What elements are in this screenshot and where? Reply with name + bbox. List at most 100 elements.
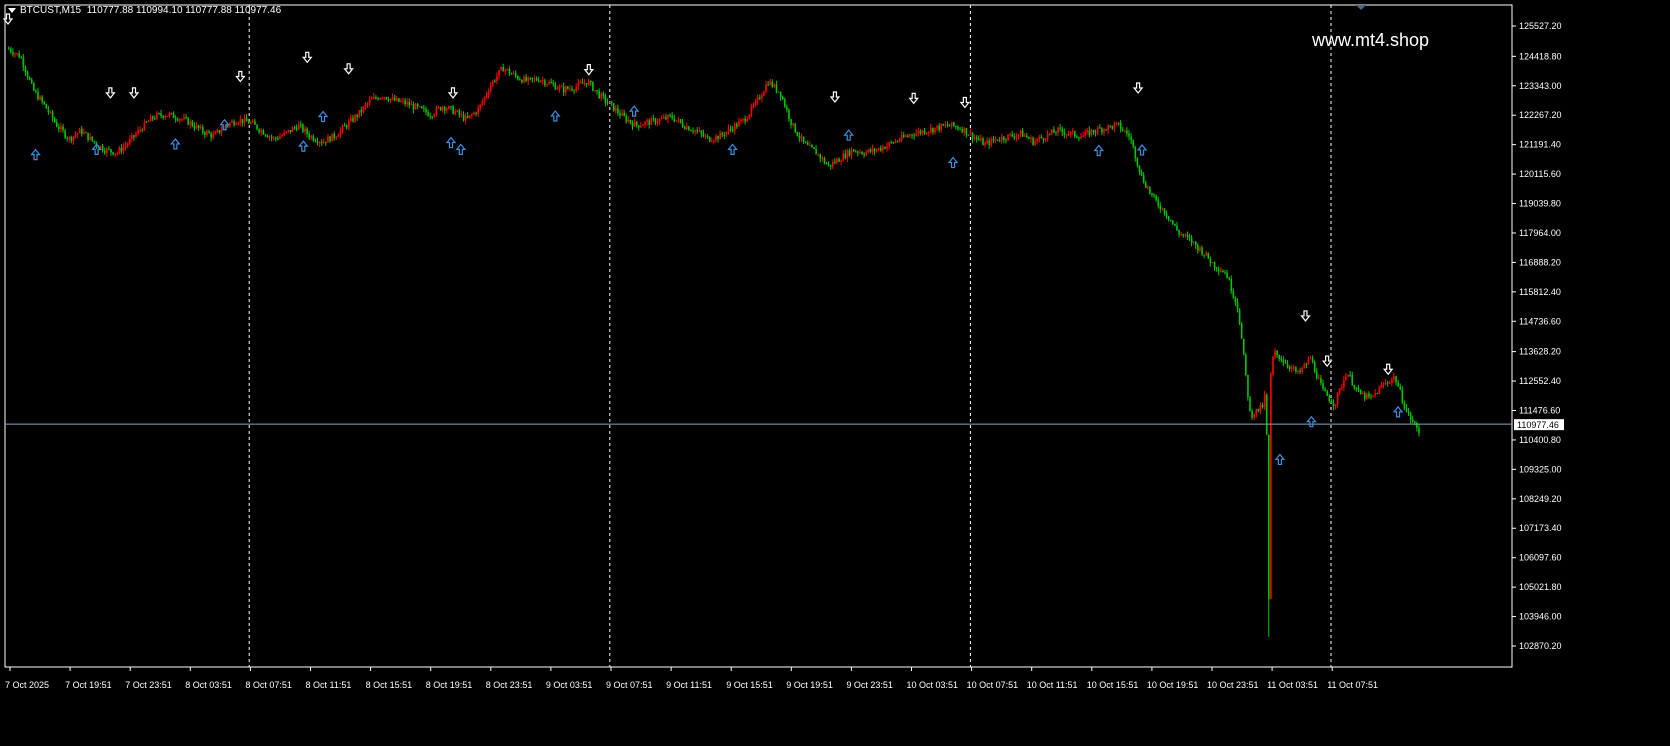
candle-body	[967, 134, 970, 136]
candle-body	[994, 139, 997, 141]
candle-body	[1341, 387, 1343, 389]
candle-body	[164, 116, 167, 118]
candle-body	[531, 77, 534, 80]
candle-body	[325, 141, 327, 143]
candle-body	[784, 99, 786, 107]
candle-body	[927, 131, 930, 133]
candle-body	[1395, 376, 1397, 383]
candle-body	[896, 141, 899, 143]
candle-body	[393, 97, 396, 101]
candle-body	[308, 134, 310, 138]
candle-body	[498, 70, 500, 77]
candle-body	[919, 130, 922, 134]
candle-body	[579, 82, 582, 84]
chart-window[interactable]: 125527.20 124418.80 123343.00 122267.20 1211…	[0, 0, 1670, 746]
candle-body	[857, 151, 859, 153]
candle-body	[1059, 127, 1061, 129]
candle-body	[731, 129, 734, 131]
sell-signal-arrow-icon	[235, 70, 246, 83]
candle-body	[494, 80, 496, 82]
candle-body	[310, 136, 313, 138]
candle-body	[1055, 132, 1057, 134]
x-tick-label: 8 Oct 03:51	[185, 680, 232, 690]
candle-body	[992, 138, 995, 141]
candle-body	[512, 73, 515, 75]
candle-body	[187, 117, 190, 125]
candle-body	[713, 140, 715, 142]
candle-body	[1011, 134, 1014, 137]
candle-body	[836, 159, 838, 163]
candle-body	[1322, 383, 1324, 389]
candle-body	[128, 139, 131, 144]
candle-body	[343, 125, 346, 127]
candle-body	[592, 82, 594, 91]
candle-body	[519, 79, 521, 81]
candle-body	[767, 84, 769, 86]
candle-body	[1207, 252, 1210, 259]
candle-body	[946, 124, 949, 126]
price-chart[interactable]: 125527.20 124418.80 123343.00 122267.20 1211…	[0, 0, 1670, 746]
candle-body	[1132, 140, 1135, 147]
collapse-triangle-icon[interactable]	[8, 7, 16, 13]
candle-body	[168, 113, 171, 116]
x-tick-label: 11 Oct 07:51	[1327, 680, 1378, 690]
candle-body	[821, 157, 824, 159]
candle-body	[600, 93, 603, 99]
candle-body	[1307, 358, 1310, 365]
sell-signal-arrow-icon	[447, 87, 459, 99]
candle-body	[773, 84, 776, 87]
candle-body	[1366, 393, 1368, 399]
candle-body	[765, 84, 767, 92]
candle-body	[525, 76, 527, 82]
buy-signal-arrow-icon	[170, 137, 181, 150]
candle-body	[64, 130, 66, 138]
candle-body	[1061, 128, 1064, 133]
x-tick-label: 8 Oct 11:51	[306, 680, 352, 690]
candle-body	[581, 82, 584, 84]
candle-body	[577, 82, 580, 87]
candle-body	[1409, 413, 1412, 420]
candle-body	[829, 164, 832, 167]
candle-body	[556, 88, 559, 90]
sell-signal-arrow-icon	[1321, 355, 1333, 368]
candle-body	[973, 137, 976, 140]
candle-body	[648, 120, 651, 125]
candle-body	[62, 126, 64, 131]
candle-body	[715, 135, 717, 141]
candle-body	[629, 120, 632, 123]
buy-signal-arrow-icon	[1136, 143, 1148, 156]
candle-body	[523, 76, 525, 83]
y-tick-label: 106097.60	[1519, 553, 1562, 563]
candle-body	[1113, 123, 1116, 129]
sell-signal-arrow-icon	[1382, 363, 1394, 376]
candle-body	[1320, 378, 1322, 384]
candle-body	[1126, 130, 1128, 134]
candle-body	[1399, 386, 1402, 390]
candle-body	[1228, 278, 1230, 280]
candle-body	[1286, 363, 1289, 367]
candle-body	[1372, 395, 1374, 397]
candle-body	[796, 132, 799, 136]
candle-body	[907, 135, 909, 137]
candle-body	[560, 86, 563, 88]
candle-body	[1232, 291, 1235, 298]
candle-body	[195, 125, 198, 129]
candle-body	[24, 66, 27, 73]
candle-body	[1318, 378, 1320, 380]
candle-body	[49, 111, 52, 113]
candle-body	[460, 114, 463, 116]
candle-body	[631, 122, 634, 127]
candle-body	[1046, 133, 1049, 140]
x-tick-label: 9 Oct 03:51	[546, 680, 593, 690]
candle-body	[1222, 270, 1224, 273]
candle-body	[721, 132, 724, 135]
candle-body	[1374, 393, 1377, 396]
candle-body	[844, 153, 847, 159]
candle-body	[1090, 129, 1093, 136]
candle-body	[214, 132, 217, 135]
candle-body	[318, 142, 321, 144]
buy-signal-arrow-icon	[1093, 144, 1104, 157]
candle-body	[1405, 408, 1408, 412]
candle-body	[156, 113, 158, 119]
buy-signal-arrow-icon	[317, 110, 329, 123]
